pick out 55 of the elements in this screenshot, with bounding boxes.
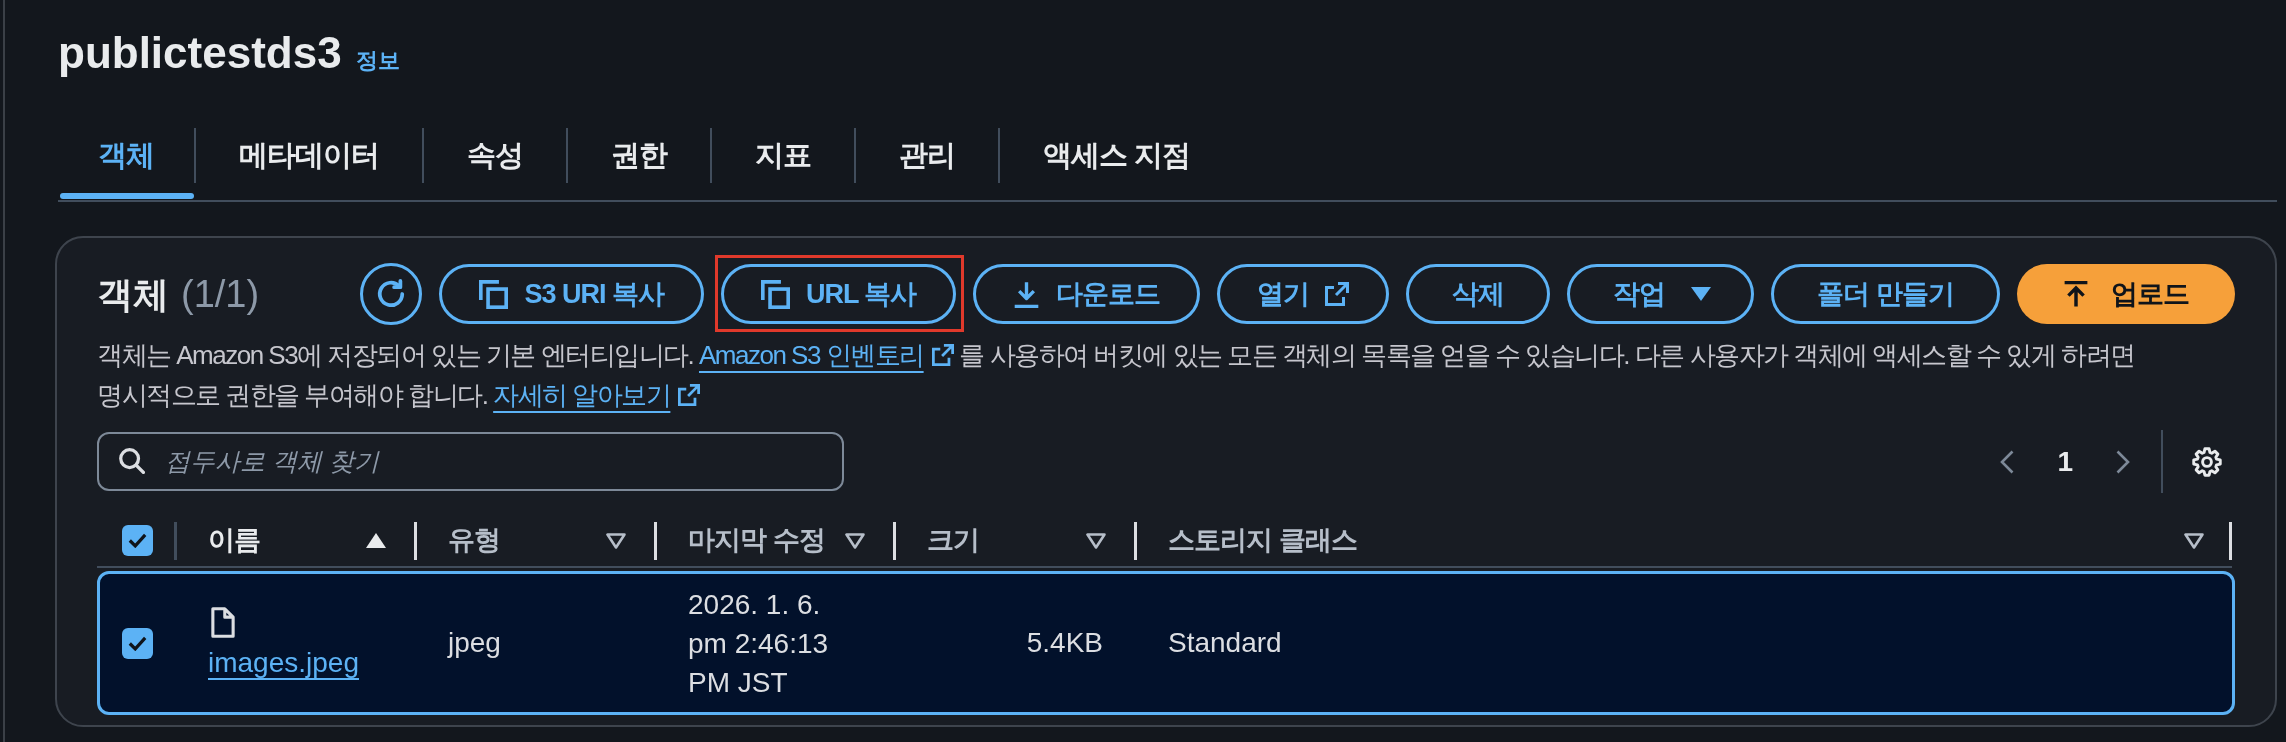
download-button[interactable]: 다운로드 [973,264,1201,324]
check-icon [128,635,147,651]
column-header[interactable]: 크기 [927,519,979,561]
tab[interactable]: 지표 [712,128,854,200]
copy-url-button[interactable]: URL 복사 [720,264,957,324]
tab[interactable]: 메타데이터 [196,128,422,200]
sort-icon[interactable] [845,533,865,549]
open-button[interactable]: 열기 [1217,264,1390,324]
table-row[interactable]: images.jpeg jpeg 2026. 1. 6. pm 2:46:13 PM JST 5.4KB Standard [97,571,2235,715]
description-text: 객체는 Amazon S3에 저장되어 있는 기본 엔터티입니다. Amazon S3 인벤토리 를 사용하여 버킷에 있는 모든 객체의 목록을 얻을 수 있습니다. 다른 사용자가 객체에 액세스할 수 있게 하려면 명시적으로 권한을 부여해야 합니다. 자세히 알아보기 [97,335,2235,415]
search-field[interactable]: 접두사로 객체 찾기 [97,432,844,491]
table-cell-text: 5.4KB [1026,626,1103,660]
actions-dropdown[interactable]: 작업 [1567,264,1755,324]
create-folder-button[interactable]: 폴더 만들기 [1771,264,2000,324]
file-icon [211,606,235,638]
learn-more-link[interactable]: 자세히 알아보기 [493,375,701,415]
upload-icon [2063,280,2089,308]
file-link[interactable]: images.jpeg [208,645,359,680]
search-icon [119,448,145,474]
sort-icon[interactable] [606,533,626,549]
table-cell-text: jpeg [448,626,501,660]
caret-down-icon [1691,287,1712,301]
checkbox[interactable] [122,627,153,659]
tab[interactable]: 속성 [424,128,566,200]
sort-icon[interactable] [1086,533,1106,549]
tab[interactable]: 관리 [856,128,998,200]
inventory-link[interactable]: Amazon S3 인벤토리 [699,335,954,375]
sort-icon[interactable] [2184,533,2204,549]
tab[interactable]: 객체 [58,128,194,200]
column-header[interactable]: 유형 [448,519,500,561]
column-header[interactable]: 마지막 수정 [688,519,825,561]
tab[interactable]: 액세스 지점 [1000,128,1234,200]
table-cell-text: Standard [1168,626,1282,660]
copy-icon [760,279,790,309]
tab[interactable]: 권한 [568,128,710,200]
info-link[interactable]: 정보 [355,44,400,77]
copy-icon [479,279,509,309]
delete-button[interactable]: 삭제 [1406,264,1551,324]
download-icon [1013,280,1041,308]
sort-ascending-icon[interactable] [366,533,386,548]
page-number[interactable]: 1 [2057,440,2073,483]
settings-icon[interactable] [2192,446,2222,477]
upload-button[interactable]: 업로드 [2017,264,2235,324]
column-header[interactable]: 스토리지 클래스 [1168,519,1357,561]
object-count: (1/1) [181,271,260,317]
column-header[interactable]: 이름 [208,519,260,561]
refresh-button[interactable] [360,263,423,325]
page-title: publictestds3 [58,27,342,79]
refresh-icon [376,279,407,309]
table-cell-text: 2026. 1. 6. pm 2:46:13 PM JST [688,587,830,700]
check-icon [128,532,147,548]
copy-s3-uri-button[interactable]: S3 URI 복사 [439,264,704,324]
external-link-icon [1325,282,1350,306]
checkbox[interactable] [122,524,153,556]
section-title: 객체 [97,272,169,317]
